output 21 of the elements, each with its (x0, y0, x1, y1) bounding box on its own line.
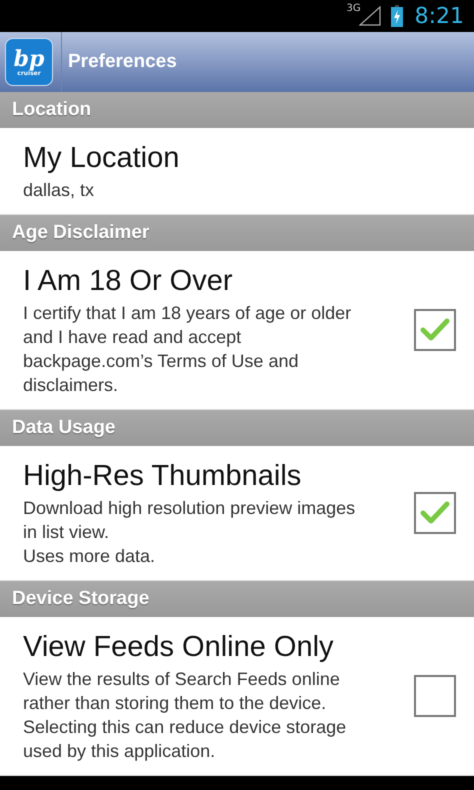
network-type: 3G (346, 3, 361, 14)
battery-charging-icon (390, 5, 403, 27)
clock: 8:21 (414, 4, 464, 28)
signal-icon (358, 6, 381, 26)
preference-title: View Feeds Online Only (23, 630, 335, 665)
check-icon (420, 500, 450, 526)
checkbox[interactable] (414, 675, 456, 717)
preference-summary: View the results of Search Feeds online rather than storing them to the device. Selecting this can reduce device storage used by this application. (23, 668, 348, 763)
section-header: Device Storage (0, 581, 474, 617)
section-header: Age Disclaimer (0, 215, 474, 251)
check-icon (420, 317, 450, 343)
preference-title: My Location (23, 141, 180, 176)
section-header: Location (0, 92, 474, 128)
preference-title: I Am 18 Or Over (23, 264, 234, 299)
preference-summary: I certify that I am 18 years of age or older and I have read and accept backpage.com’s Terms of Use and disclaimers. (23, 302, 352, 397)
preference-summary: dallas, tx (23, 179, 96, 202)
checkbox[interactable] (414, 492, 456, 534)
preference-title: High-Res Thumbnails (23, 459, 302, 494)
preference-summary: Download high resolution preview images in list view. Uses more data. (23, 497, 356, 568)
section-header: Data Usage (0, 410, 474, 446)
checkbox[interactable] (414, 309, 456, 351)
